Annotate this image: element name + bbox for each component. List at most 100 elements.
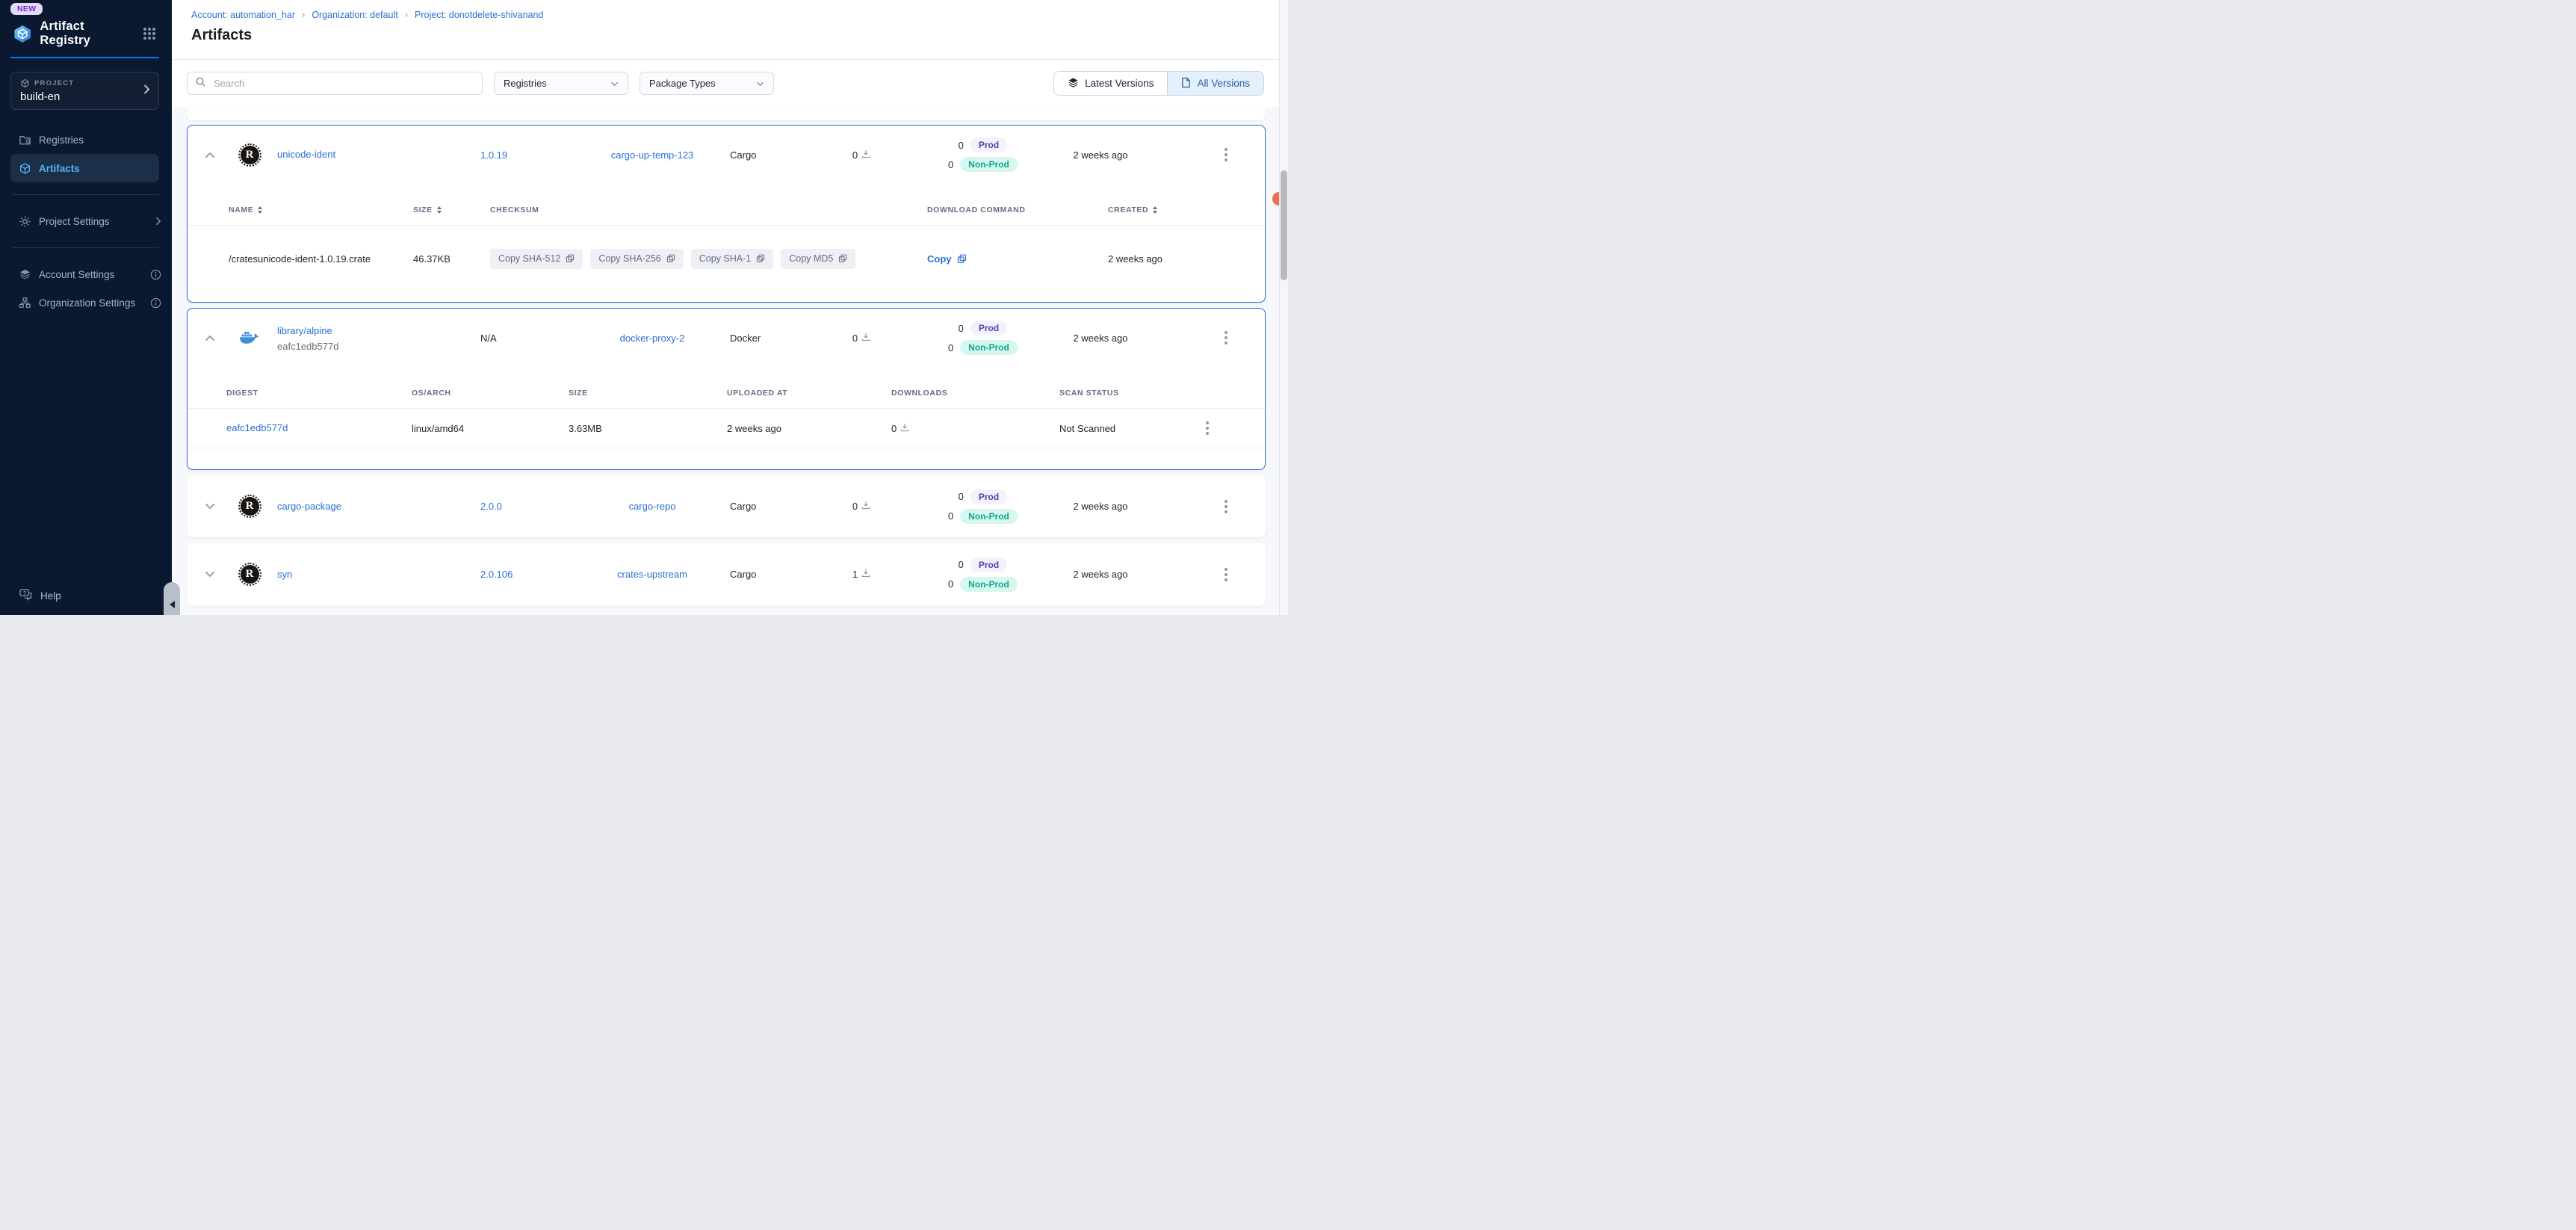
artifact-version-link[interactable]: 2.0.0 — [480, 501, 592, 512]
package-types-filter-dropdown[interactable]: Package Types — [640, 72, 774, 95]
artifact-registry-logo-icon — [13, 24, 32, 44]
sidebar-item-account-settings[interactable]: Account Settings — [0, 260, 172, 288]
artifact-registry-link[interactable]: crates-upstream — [617, 569, 687, 580]
search-box[interactable] — [187, 72, 483, 95]
artifact-version-link[interactable]: 1.0.19 — [480, 149, 592, 161]
prod-badge: Prod — [970, 321, 1007, 336]
rust-crate-icon: R — [241, 565, 259, 584]
download-count: 1 — [852, 569, 858, 580]
copy-icon — [838, 254, 847, 263]
sort-icon — [258, 206, 262, 214]
kebab-menu-button[interactable] — [1220, 566, 1232, 583]
updated-at: 2 weeks ago — [1041, 149, 1160, 161]
copy-md5-button[interactable]: Copy MD5 — [781, 249, 855, 269]
breadcrumb-org-link[interactable]: Organization: default — [295, 9, 398, 20]
column-header-created[interactable]: CREATED — [1108, 205, 1265, 214]
info-icon[interactable] — [150, 297, 161, 309]
artifact-name-link[interactable]: cargo-package — [277, 501, 341, 512]
kebab-menu-button[interactable] — [1220, 498, 1232, 515]
artifact-card-cargo-package: R cargo-package 2.0.0 cargo-repo Cargo 0… — [187, 475, 1266, 537]
sort-icon — [1153, 206, 1157, 214]
artifact-registry-link[interactable]: cargo-repo — [629, 501, 676, 512]
artifacts-cube-icon — [19, 162, 31, 175]
kebab-menu-button[interactable] — [1201, 420, 1213, 436]
artifact-card-syn: R syn 2.0.106 crates-upstream Cargo 1 0 … — [187, 543, 1266, 606]
download-icon — [861, 501, 870, 512]
column-header-name[interactable]: NAME — [229, 205, 413, 214]
download-icon — [861, 333, 870, 344]
copy-sha512-button[interactable]: Copy SHA-512 — [490, 249, 583, 269]
divider — [13, 247, 159, 248]
divider — [13, 194, 159, 195]
scrollbar-thumb[interactable] — [1281, 170, 1287, 280]
kebab-menu-icon — [1224, 336, 1227, 339]
artifact-registry-link[interactable]: cargo-up-temp-123 — [611, 149, 694, 161]
chevron-down-icon — [205, 503, 215, 510]
digest-table-header: DIGEST OS/ARCH SIZE UPLOADED AT DOWNLOAD… — [188, 377, 1265, 409]
package-type: Cargo — [712, 501, 802, 512]
sidebar-item-label: Account Settings — [39, 269, 114, 280]
project-name: build-en — [20, 90, 149, 103]
artifact-name-link[interactable]: unicode-ident — [277, 149, 335, 160]
help-button[interactable]: ? Help — [19, 588, 61, 603]
environment-counts: 0 Prod 0 Non-Prod — [921, 137, 1041, 172]
collapse-row-button[interactable] — [188, 152, 232, 158]
sidebar-item-label: Registries — [39, 135, 84, 146]
sidebar: NEW Artifact Registry PROJECT — [0, 0, 172, 615]
digest-link[interactable]: eafc1edb577d — [226, 422, 288, 433]
download-count: 0 — [891, 423, 897, 434]
info-icon[interactable] — [150, 269, 161, 280]
copy-sha1-button[interactable]: Copy SHA-1 — [691, 249, 773, 269]
registries-folder-icon — [19, 134, 31, 146]
environment-counts: 0 Prod 0 Non-Prod — [921, 321, 1041, 355]
all-versions-button[interactable]: All Versions — [1167, 72, 1263, 95]
page-scrollbar[interactable] — [1279, 0, 1288, 615]
scan-status: Not Scanned — [1059, 423, 1201, 434]
uploaded-at: 2 weeks ago — [727, 423, 891, 434]
kebab-menu-button[interactable] — [1220, 330, 1232, 346]
copy-download-command-button[interactable]: Copy — [927, 253, 967, 265]
app-switcher-grid-icon[interactable] — [143, 28, 155, 40]
download-icon — [861, 569, 870, 580]
updated-at: 2 weeks ago — [1041, 333, 1160, 344]
breadcrumb: Account: automation_har Organization: de… — [191, 9, 1260, 20]
copy-sha256-button[interactable]: Copy SHA-256 — [590, 249, 683, 269]
digest-row: eafc1edb577d linux/amd64 3.63MB 2 weeks … — [188, 409, 1265, 448]
expand-row-button[interactable] — [188, 503, 232, 510]
chevron-down-icon — [610, 78, 619, 89]
nonprod-badge: Non-Prod — [960, 509, 1018, 524]
expand-row-button[interactable] — [188, 571, 232, 578]
latest-versions-button[interactable]: Latest Versions — [1054, 72, 1167, 95]
artifact-name-link[interactable]: library/alpine — [277, 325, 332, 336]
sidebar-item-registries[interactable]: Registries — [0, 126, 172, 154]
sidebar-item-artifacts[interactable]: Artifacts — [10, 154, 159, 182]
artifact-registry-screen: NEW Artifact Registry PROJECT — [0, 0, 1288, 615]
breadcrumb-account-link[interactable]: Account: automation_har — [191, 10, 295, 20]
sidebar-nav: Registries Artifacts Project Settings — [0, 126, 172, 317]
sidebar-item-organization-settings[interactable]: Organization Settings — [0, 288, 172, 317]
registries-filter-dropdown[interactable]: Registries — [494, 72, 628, 95]
os-arch: linux/amd64 — [412, 423, 569, 434]
artifact-version-link[interactable]: 2.0.106 — [480, 569, 592, 580]
kebab-menu-icon — [1224, 573, 1227, 576]
artifact-card-library-alpine: library/alpine eafc1edb577d N/A docker-p… — [187, 308, 1266, 470]
sidebar-collapse-button[interactable] — [164, 582, 180, 615]
download-icon — [861, 149, 870, 161]
page-header: Account: automation_har Organization: de… — [172, 0, 1279, 60]
column-header-digest: DIGEST — [226, 389, 412, 398]
column-header-size[interactable]: SIZE — [413, 205, 490, 214]
prod-count: 0 — [955, 559, 964, 570]
artifact-name-link[interactable]: syn — [277, 569, 292, 580]
search-input[interactable] — [212, 77, 474, 90]
kebab-menu-button[interactable] — [1220, 146, 1232, 163]
sidebar-item-label: Organization Settings — [39, 297, 135, 309]
sidebar-item-project-settings[interactable]: Project Settings — [0, 207, 172, 235]
layers-icon — [1068, 77, 1079, 90]
breadcrumb-project-link[interactable]: Project: donotdelete-shivanand — [398, 9, 544, 20]
project-selector[interactable]: PROJECT build-en — [10, 72, 159, 110]
artifact-registry-link[interactable]: docker-proxy-2 — [620, 333, 685, 344]
column-header-scan-status: SCAN STATUS — [1059, 389, 1201, 398]
collapse-row-button[interactable] — [188, 335, 232, 342]
registries-filter-label: Registries — [504, 78, 547, 89]
sort-icon — [437, 206, 442, 214]
